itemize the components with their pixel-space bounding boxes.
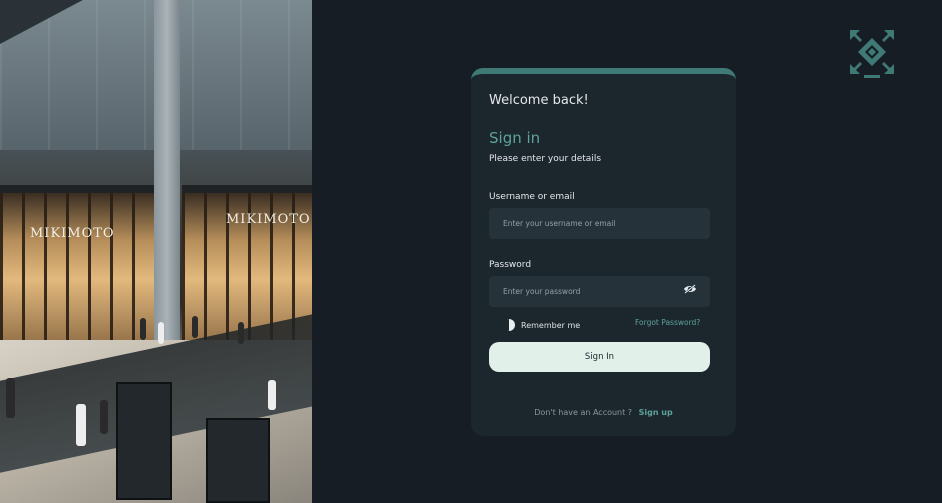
signup-question: Don't have an Account ? [534,408,633,417]
half-moon-toggle-icon[interactable] [507,319,515,331]
username-label: Username or email [489,192,575,202]
shopper [238,322,244,344]
password-label: Password [489,260,532,270]
username-input[interactable] [489,208,710,239]
sign-in-button[interactable]: Sign In [489,342,710,372]
sign-up-link[interactable]: Sign up [639,408,673,417]
arrows-converge-diamond-icon [850,30,894,78]
remember-me-toggle[interactable]: Remember me [507,319,580,331]
shopper [6,378,15,418]
display-kiosk [116,382,172,500]
hero-image: MIKIMOTO MIKIMOTO [0,0,312,503]
storefront-left [0,185,156,350]
shopper [192,316,198,338]
page-subtitle: Please enter your details [489,154,602,164]
mall-pillar [154,0,180,340]
shopper [100,400,108,434]
shopper [76,404,86,446]
signin-card: Welcome back! Sign in Please enter your … [471,68,736,436]
remember-me-label: Remember me [521,320,581,330]
signup-prompt: Don't have an Account ? Sign up [471,408,736,417]
forgot-password-link[interactable]: Forgot Password? [635,318,700,327]
store-sign-right: MIKIMOTO [226,212,311,227]
store-sign-left: MIKIMOTO [30,226,115,241]
shopper [158,322,164,344]
welcome-heading: Welcome back! [489,93,589,108]
display-kiosk [206,418,270,503]
page-title: Sign in [489,129,541,147]
password-input[interactable] [489,276,710,307]
shopper [268,380,276,410]
shopper [140,318,146,340]
eye-off-icon[interactable] [683,284,697,294]
